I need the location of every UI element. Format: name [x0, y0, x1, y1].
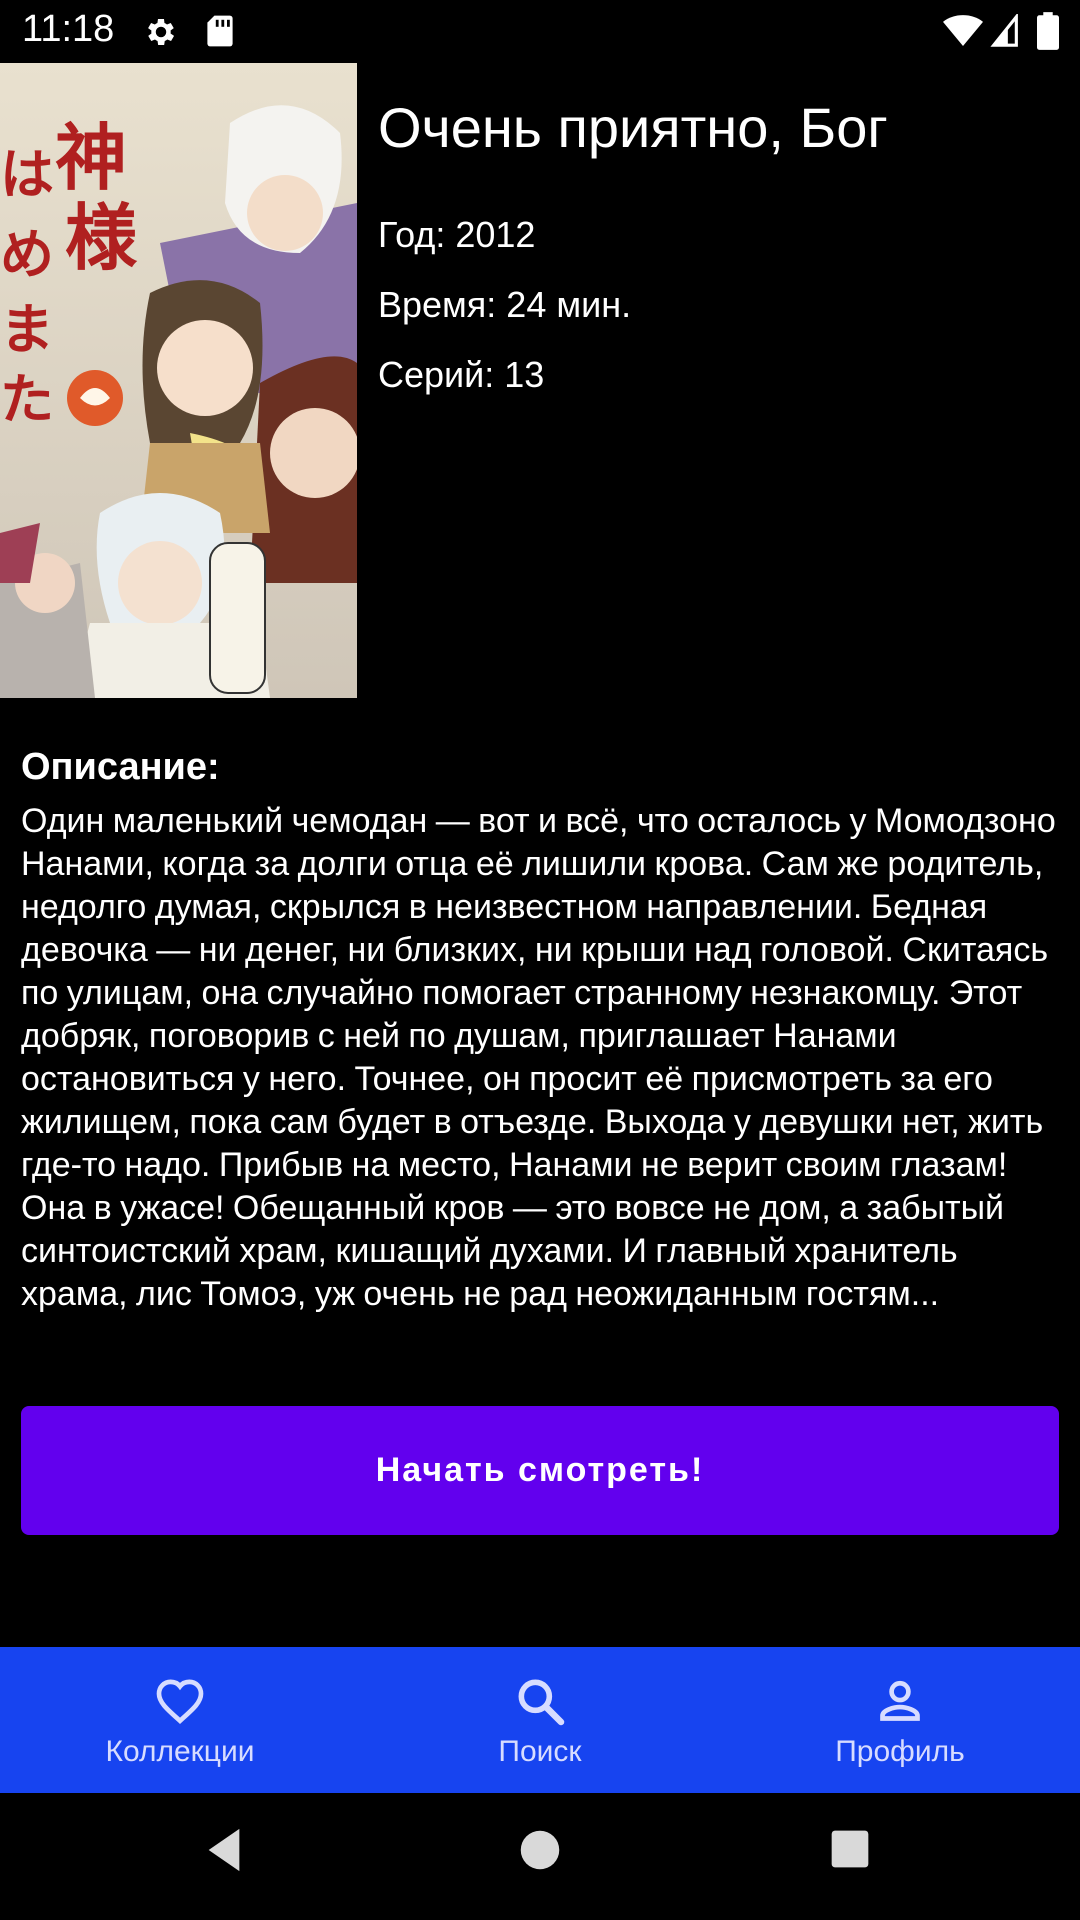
start-watching-label: Начать смотреть!	[375, 1451, 705, 1489]
wifi-icon	[943, 15, 983, 46]
nav-item-profile[interactable]: Профиль	[720, 1647, 1080, 1793]
battery-icon	[1037, 12, 1059, 50]
svg-text:神: 神	[55, 115, 127, 200]
nav-label-search: Поиск	[498, 1735, 582, 1768]
start-watching-button[interactable]: Начать смотреть!	[21, 1406, 1059, 1535]
status-time: 11:18	[22, 8, 115, 50]
svg-text:た: た	[0, 367, 54, 431]
anime-year: Год: 2012	[378, 214, 536, 255]
person-icon	[880, 1680, 920, 1721]
sd-card-icon	[207, 15, 233, 47]
anime-detail-screen: 11:18 神 様 は め ま た Очень приятно, Бог Год…	[0, 0, 1080, 1920]
search-icon	[518, 1679, 565, 1726]
svg-text:は: は	[0, 142, 54, 206]
anime-title: Очень приятно, Бог	[378, 96, 888, 159]
description-label: Описание:	[21, 746, 220, 788]
gear-icon	[148, 18, 175, 46]
poster-image: 神 様 は め ま た	[0, 63, 357, 698]
anime-poster: 神 様 は め ま た	[0, 63, 357, 698]
home-icon[interactable]	[519, 1829, 561, 1871]
nav-item-search[interactable]: Поиск	[360, 1647, 720, 1793]
status-bar: 11:18	[0, 0, 1080, 63]
recents-icon[interactable]	[830, 1829, 870, 1869]
nav-item-collections[interactable]: Коллекции	[0, 1647, 360, 1793]
bottom-navigation: Коллекции Поиск Профиль	[0, 1647, 1080, 1793]
nav-label-collections: Коллекции	[105, 1735, 255, 1768]
svg-text:ま: ま	[0, 297, 54, 361]
signal-icon	[990, 14, 1018, 47]
anime-duration: Время: 24 мин.	[378, 284, 632, 325]
system-navigation-bar	[0, 1793, 1080, 1920]
nav-label-profile: Профиль	[835, 1735, 965, 1768]
anime-episodes: Серий: 13	[378, 354, 545, 395]
heart-icon	[156, 1679, 204, 1724]
back-icon[interactable]	[204, 1827, 244, 1873]
svg-text:め: め	[0, 222, 54, 286]
svg-text:様: 様	[65, 195, 138, 280]
description-text: Один маленький чемодан — вот и всё, что …	[21, 802, 1056, 1313]
